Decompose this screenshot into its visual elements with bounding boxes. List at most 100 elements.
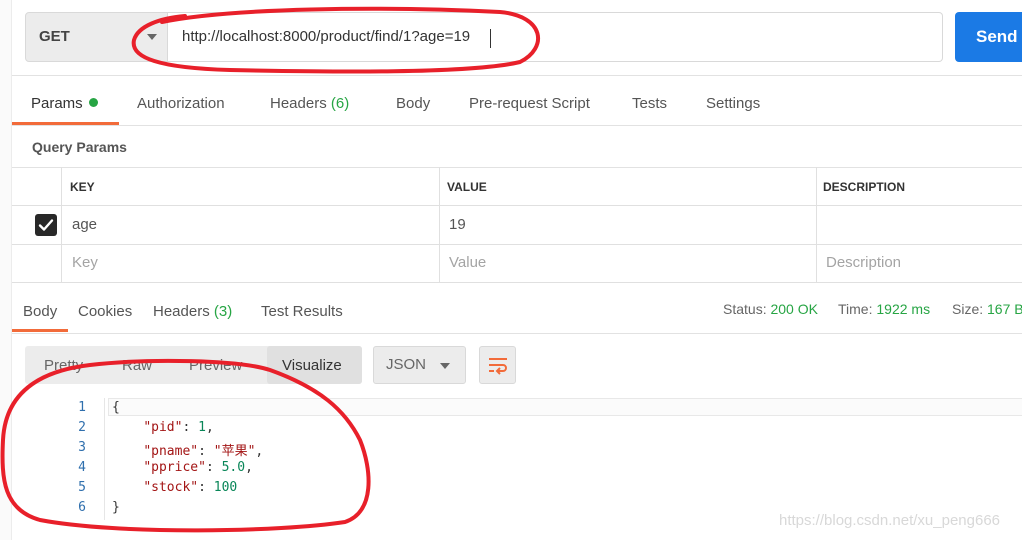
tab-tests[interactable]: Tests: [632, 95, 667, 112]
chevron-down-icon: [147, 34, 157, 40]
tab-params-label: Params: [31, 95, 83, 112]
response-tab-headers-count: (3): [213, 303, 233, 320]
size-readout: Size: 167 B: [952, 301, 1022, 317]
send-button[interactable]: Send: [955, 12, 1022, 62]
watermark: https://blog.csdn.net/xu_peng666: [779, 512, 1001, 529]
response-tab-headers[interactable]: Headers (3): [153, 303, 232, 320]
param-key-cell[interactable]: age: [72, 216, 97, 233]
json-key: "pname": [143, 444, 199, 459]
time-readout: Time: 1922 ms: [838, 301, 930, 317]
tab-authorization-label: Authorization: [137, 95, 225, 112]
tab-pre-request-script-label: Pre-request Script: [469, 95, 590, 112]
left-sidebar-edge: [0, 0, 12, 540]
method-select[interactable]: GET: [25, 12, 168, 62]
json-key: "stock": [143, 480, 199, 495]
line-number: 3: [78, 440, 86, 455]
format-preview[interactable]: Preview: [189, 357, 242, 374]
table-col-border: [61, 167, 62, 282]
response-tab-cookies-label: Cookies: [78, 303, 133, 320]
tab-settings[interactable]: Settings: [706, 95, 760, 112]
status-label: Status:: [723, 301, 767, 317]
code-line: {: [112, 400, 120, 415]
wrap-lines-button[interactable]: [479, 346, 516, 384]
active-response-tab-indicator: [12, 329, 68, 332]
json-value: 5.0: [221, 460, 246, 475]
wrap-lines-icon: [489, 358, 507, 375]
column-header-value: VALUE: [447, 180, 487, 194]
language-label: JSON: [386, 356, 427, 373]
json-value: 1: [198, 420, 206, 435]
code-line: }: [112, 500, 120, 515]
json-value: 100: [213, 480, 238, 495]
tab-params[interactable]: Params: [31, 95, 98, 112]
checkmark-icon: [38, 219, 54, 231]
line-number: 4: [78, 460, 86, 475]
json-comma: ,: [205, 420, 214, 435]
params-active-dot-icon: [88, 98, 98, 107]
format-pretty[interactable]: Pretty: [44, 357, 83, 374]
status-value: 200 OK: [770, 301, 818, 317]
response-tab-headers-label: Headers: [153, 303, 210, 320]
json-key: "pid": [143, 420, 183, 435]
tab-headers-count: (6): [330, 95, 350, 112]
column-header-description: DESCRIPTION: [823, 180, 906, 194]
active-line-highlight: [108, 398, 1022, 416]
text-cursor: [490, 29, 491, 48]
size-label: Size:: [952, 301, 984, 317]
method-label: GET: [39, 28, 70, 45]
size-value: 167 B: [987, 301, 1022, 317]
url-text: http://localhost:8000/product/find/1?age…: [182, 28, 471, 45]
json-comma: ,: [245, 460, 253, 475]
table-col-border: [816, 167, 817, 282]
tab-headers[interactable]: Headers (6): [270, 95, 349, 112]
code-line: "pname": "苹果",: [143, 444, 264, 459]
new-param-key-input[interactable]: Key: [72, 254, 98, 271]
param-value-cell[interactable]: 19: [449, 216, 466, 233]
table-row-border: [12, 244, 1022, 245]
response-tab-test-results-label: Test Results: [261, 303, 343, 320]
json-key: "pprice": [143, 460, 206, 475]
tab-authorization[interactable]: Authorization: [137, 95, 225, 112]
code-line: "pprice": 5.0,: [143, 460, 253, 475]
line-number: 5: [78, 480, 86, 495]
new-param-value-input[interactable]: Value: [449, 254, 486, 271]
code-line: "pid": 1,: [143, 420, 214, 435]
response-tab-test-results[interactable]: Test Results: [261, 303, 343, 320]
table-row-border: [12, 282, 1022, 283]
tab-headers-label: Headers: [270, 95, 327, 112]
time-value: 1922 ms: [876, 301, 931, 317]
query-params-title: Query Params: [32, 139, 127, 155]
url-input[interactable]: http://localhost:8000/product/find/1?age…: [168, 12, 943, 62]
tab-tests-label: Tests: [632, 95, 668, 112]
column-header-key: KEY: [70, 180, 95, 194]
time-label: Time:: [838, 301, 873, 317]
line-number: 2: [78, 420, 86, 435]
gutter-separator: [104, 398, 105, 520]
language-select[interactable]: JSON: [373, 346, 466, 384]
response-tab-body-label: Body: [23, 303, 58, 320]
table-row-border: [12, 205, 1022, 206]
json-close-brace: }: [112, 500, 120, 515]
json-comma: ,: [255, 444, 264, 459]
divider: [12, 333, 1022, 334]
chevron-down-icon: [440, 363, 450, 369]
new-param-description-input[interactable]: Description: [826, 254, 901, 271]
tab-pre-request-script[interactable]: Pre-request Script: [469, 95, 590, 112]
response-tab-body[interactable]: Body: [23, 303, 57, 320]
tab-body-label: Body: [396, 95, 431, 112]
line-number: 1: [78, 400, 86, 415]
json-open-brace: {: [112, 400, 120, 415]
tab-settings-label: Settings: [706, 95, 761, 112]
tab-body[interactable]: Body: [396, 95, 430, 112]
response-tab-cookies[interactable]: Cookies: [78, 303, 132, 320]
json-value: "苹果": [213, 444, 256, 459]
divider: [12, 75, 1022, 76]
format-visualize[interactable]: Visualize: [282, 357, 342, 374]
status-readout: Status: 200 OK: [723, 301, 818, 317]
code-line: "stock": 100: [143, 480, 238, 495]
table-top-border: [12, 167, 1022, 168]
param-enabled-checkbox[interactable]: [35, 214, 57, 236]
format-raw[interactable]: Raw: [122, 357, 152, 374]
table-col-border: [439, 167, 440, 282]
divider: [12, 125, 1022, 126]
